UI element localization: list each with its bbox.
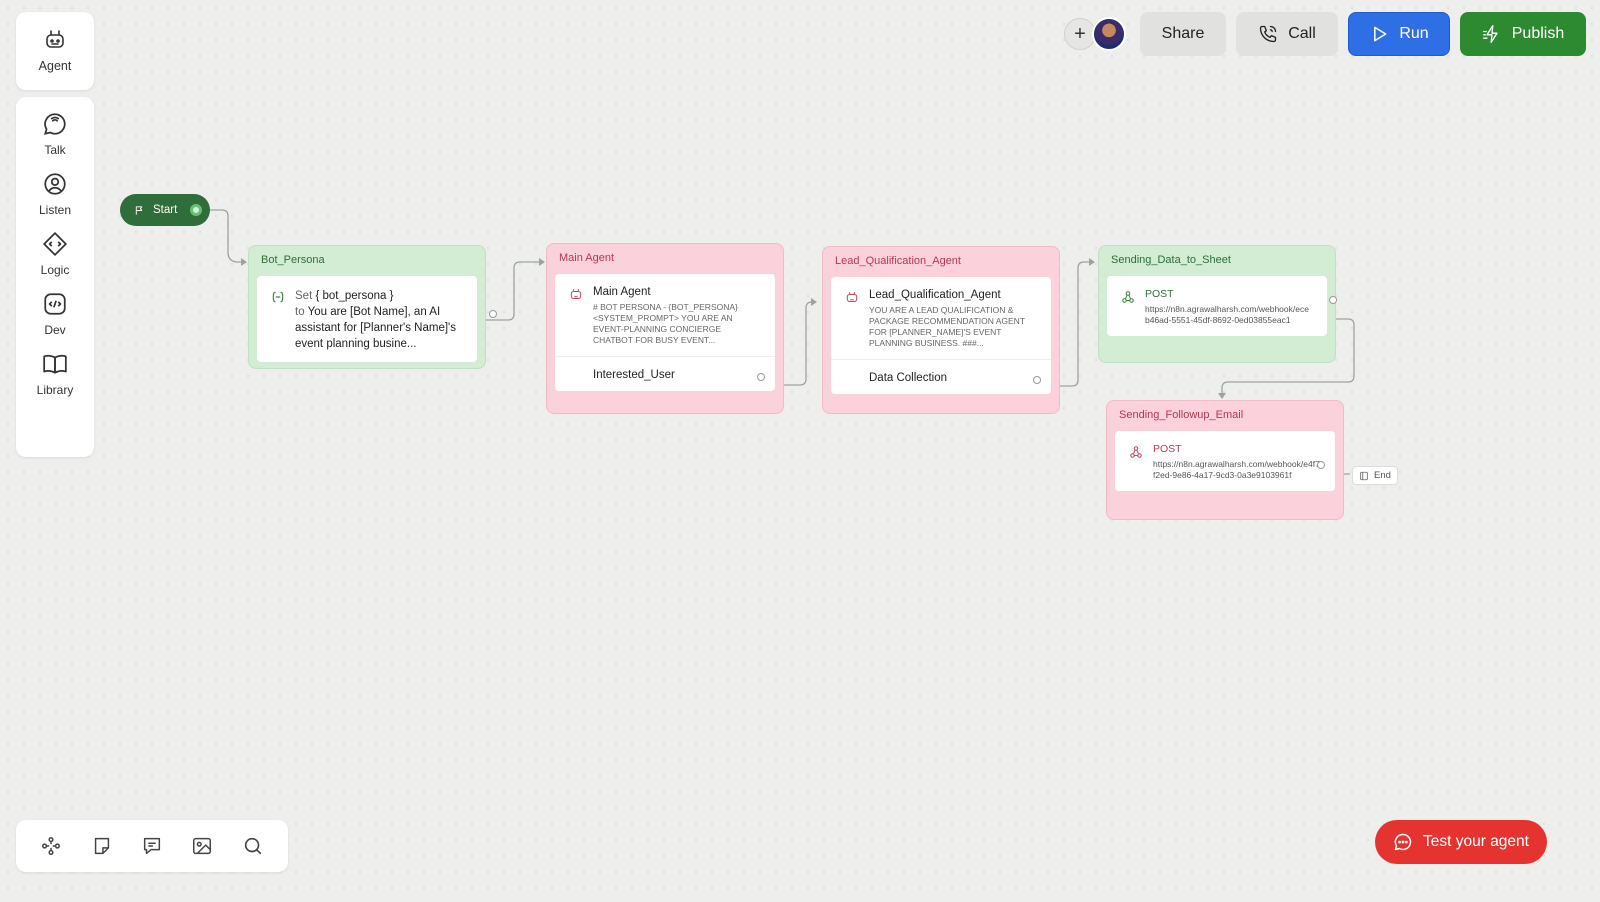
node-bot-persona[interactable]: Bot_Persona Set { bot_persona } to You a… [248, 245, 497, 369]
output-port[interactable] [1329, 296, 1337, 304]
webhook-card[interactable]: POST https://n8n.agrawalharsh.com/webhoo… [1115, 431, 1335, 492]
node-main-agent[interactable]: Main Agent Main Agent # Bot Persona - {b… [546, 243, 784, 414]
webhook-url: https://n8n.agrawalharsh.com/webhook/e4f… [1153, 459, 1320, 481]
run-button[interactable]: Run [1348, 12, 1450, 56]
publish-icon [1482, 25, 1498, 43]
flow-edges [210, 209, 1355, 475]
node-title: Bot_Persona [261, 254, 325, 266]
top-toolbar: + Share Call Run Publish [1064, 12, 1586, 56]
agent-heading: Lead_Qualification_Agent [869, 289, 1001, 301]
library-icon [43, 354, 67, 374]
talk-icon [44, 113, 66, 135]
play-icon [1374, 26, 1387, 42]
node-title: Lead_Qualification_Agent [835, 255, 961, 267]
agent-card[interactable]: Lead_Qualification_Agent YOU ARE A LEAD … [831, 277, 1051, 395]
share-button[interactable]: Share [1140, 12, 1226, 56]
sidebar-item-logic[interactable]: Logic [20, 231, 90, 277]
node-sending-data[interactable]: Sending_Data_to_Sheet POST https://n8n.a… [1098, 245, 1337, 363]
robot-icon [846, 292, 858, 303]
nodes-icon[interactable] [40, 835, 62, 857]
chat-icon [1394, 833, 1412, 851]
call-button[interactable]: Call [1236, 12, 1338, 56]
set-variable-card[interactable]: Set { bot_persona } to You are [Bot Name… [257, 276, 497, 363]
agent-description: YOU ARE A LEAD QUALIFICATION & PACKAGE R… [869, 305, 1025, 349]
output-port[interactable] [757, 373, 765, 382]
share-label: Share [1161, 25, 1205, 42]
webhook-card[interactable]: POST https://n8n.agrawalharsh.com/webhoo… [1107, 276, 1337, 337]
listen-icon [44, 173, 66, 195]
call-label: Call [1288, 25, 1316, 42]
logic-icon [43, 232, 67, 256]
dev-icon [44, 293, 66, 315]
node-title: Sending_Data_to_Sheet [1111, 254, 1231, 266]
edge-arrow [811, 298, 817, 306]
avatar[interactable] [1092, 17, 1126, 51]
sticky-note-icon[interactable] [91, 835, 113, 857]
webhook-icon [1122, 291, 1134, 303]
sidebar-item-listen[interactable]: Listen [20, 171, 90, 217]
edge-arrow [539, 258, 545, 266]
sidebar-item-dev[interactable]: Dev [20, 291, 90, 337]
phone-icon [1260, 25, 1277, 43]
edge-arrow [241, 258, 247, 266]
variable-name: { bot_persona } [315, 290, 394, 302]
test-agent-button[interactable]: Test your agent [1375, 820, 1547, 864]
comment-icon[interactable] [141, 835, 163, 857]
output-port[interactable] [1033, 376, 1041, 385]
edge-start-persona [210, 209, 246, 263]
variable-value: You are [Bot Name], an AI assistant for … [295, 306, 456, 351]
variable-icon [272, 291, 284, 303]
start-output-port[interactable] [190, 204, 202, 216]
output-label: Interested_User [593, 369, 675, 382]
sidebar-item-label: Library [36, 383, 74, 397]
collaborators: + [1064, 17, 1126, 51]
image-icon[interactable] [191, 835, 213, 857]
search-icon[interactable] [242, 835, 264, 857]
agent-output[interactable]: Interested_User [555, 356, 775, 391]
end-icon [1360, 471, 1368, 480]
agent-description: # Bot Persona - {bot_persona} <system_pr… [593, 302, 738, 346]
publish-label: Publish [1511, 25, 1565, 42]
end-node[interactable]: End [1352, 466, 1398, 485]
agent-label: Agent [38, 59, 72, 73]
node-sending-followup[interactable]: Sending_Followup_Email POST https://n8n.… [1106, 400, 1344, 520]
start-node[interactable]: Start [120, 194, 210, 226]
robot-icon [570, 289, 582, 300]
node-lead-qualification[interactable]: Lead_Qualification_Agent Lead_Qualificat… [822, 246, 1060, 414]
test-agent-label: Test your agent [1423, 833, 1529, 850]
node-title: Main Agent [559, 252, 615, 264]
start-label: Start [153, 204, 178, 216]
output-port[interactable] [1317, 461, 1325, 469]
sidebar-item-label: Dev [44, 323, 66, 337]
agent-panel[interactable]: Agent [16, 12, 94, 90]
publish-button[interactable]: Publish [1460, 12, 1586, 56]
bottom-toolbar [16, 820, 288, 872]
node-title: Sending_Followup_Email [1119, 409, 1244, 421]
sidebar-item-library[interactable]: Library [20, 351, 90, 397]
agent-card[interactable]: Main Agent # Bot Persona - {bot_persona}… [555, 274, 775, 392]
set-keyword: Set [295, 290, 313, 302]
edge-arrow [1218, 393, 1226, 399]
to-keyword: to [295, 306, 305, 319]
http-method: POST [1153, 443, 1182, 455]
flag-icon [135, 205, 143, 215]
edge-arrow [1089, 258, 1095, 266]
webhook-url: https://n8n.agrawalharsh.com/webhook/ece… [1145, 304, 1309, 326]
webhook-icon [1130, 446, 1142, 458]
output-port[interactable] [489, 310, 497, 318]
run-label: Run [1399, 25, 1429, 42]
agent-output[interactable]: Data Collection [831, 359, 1051, 394]
sidebar-item-label: Talk [44, 143, 66, 157]
output-label: Data Collection [869, 372, 947, 385]
http-method: POST [1145, 288, 1174, 300]
sidebar-item-label: Listen [38, 203, 72, 217]
agent-heading: Main Agent [593, 286, 651, 298]
sidebar-item-label: Logic [40, 263, 70, 277]
end-label: End [1374, 470, 1391, 481]
agent-icon [46, 30, 64, 48]
sidebar-item-talk[interactable]: Talk [20, 111, 90, 157]
sidebar-tools: Talk Listen Logic Dev Library [16, 97, 94, 457]
